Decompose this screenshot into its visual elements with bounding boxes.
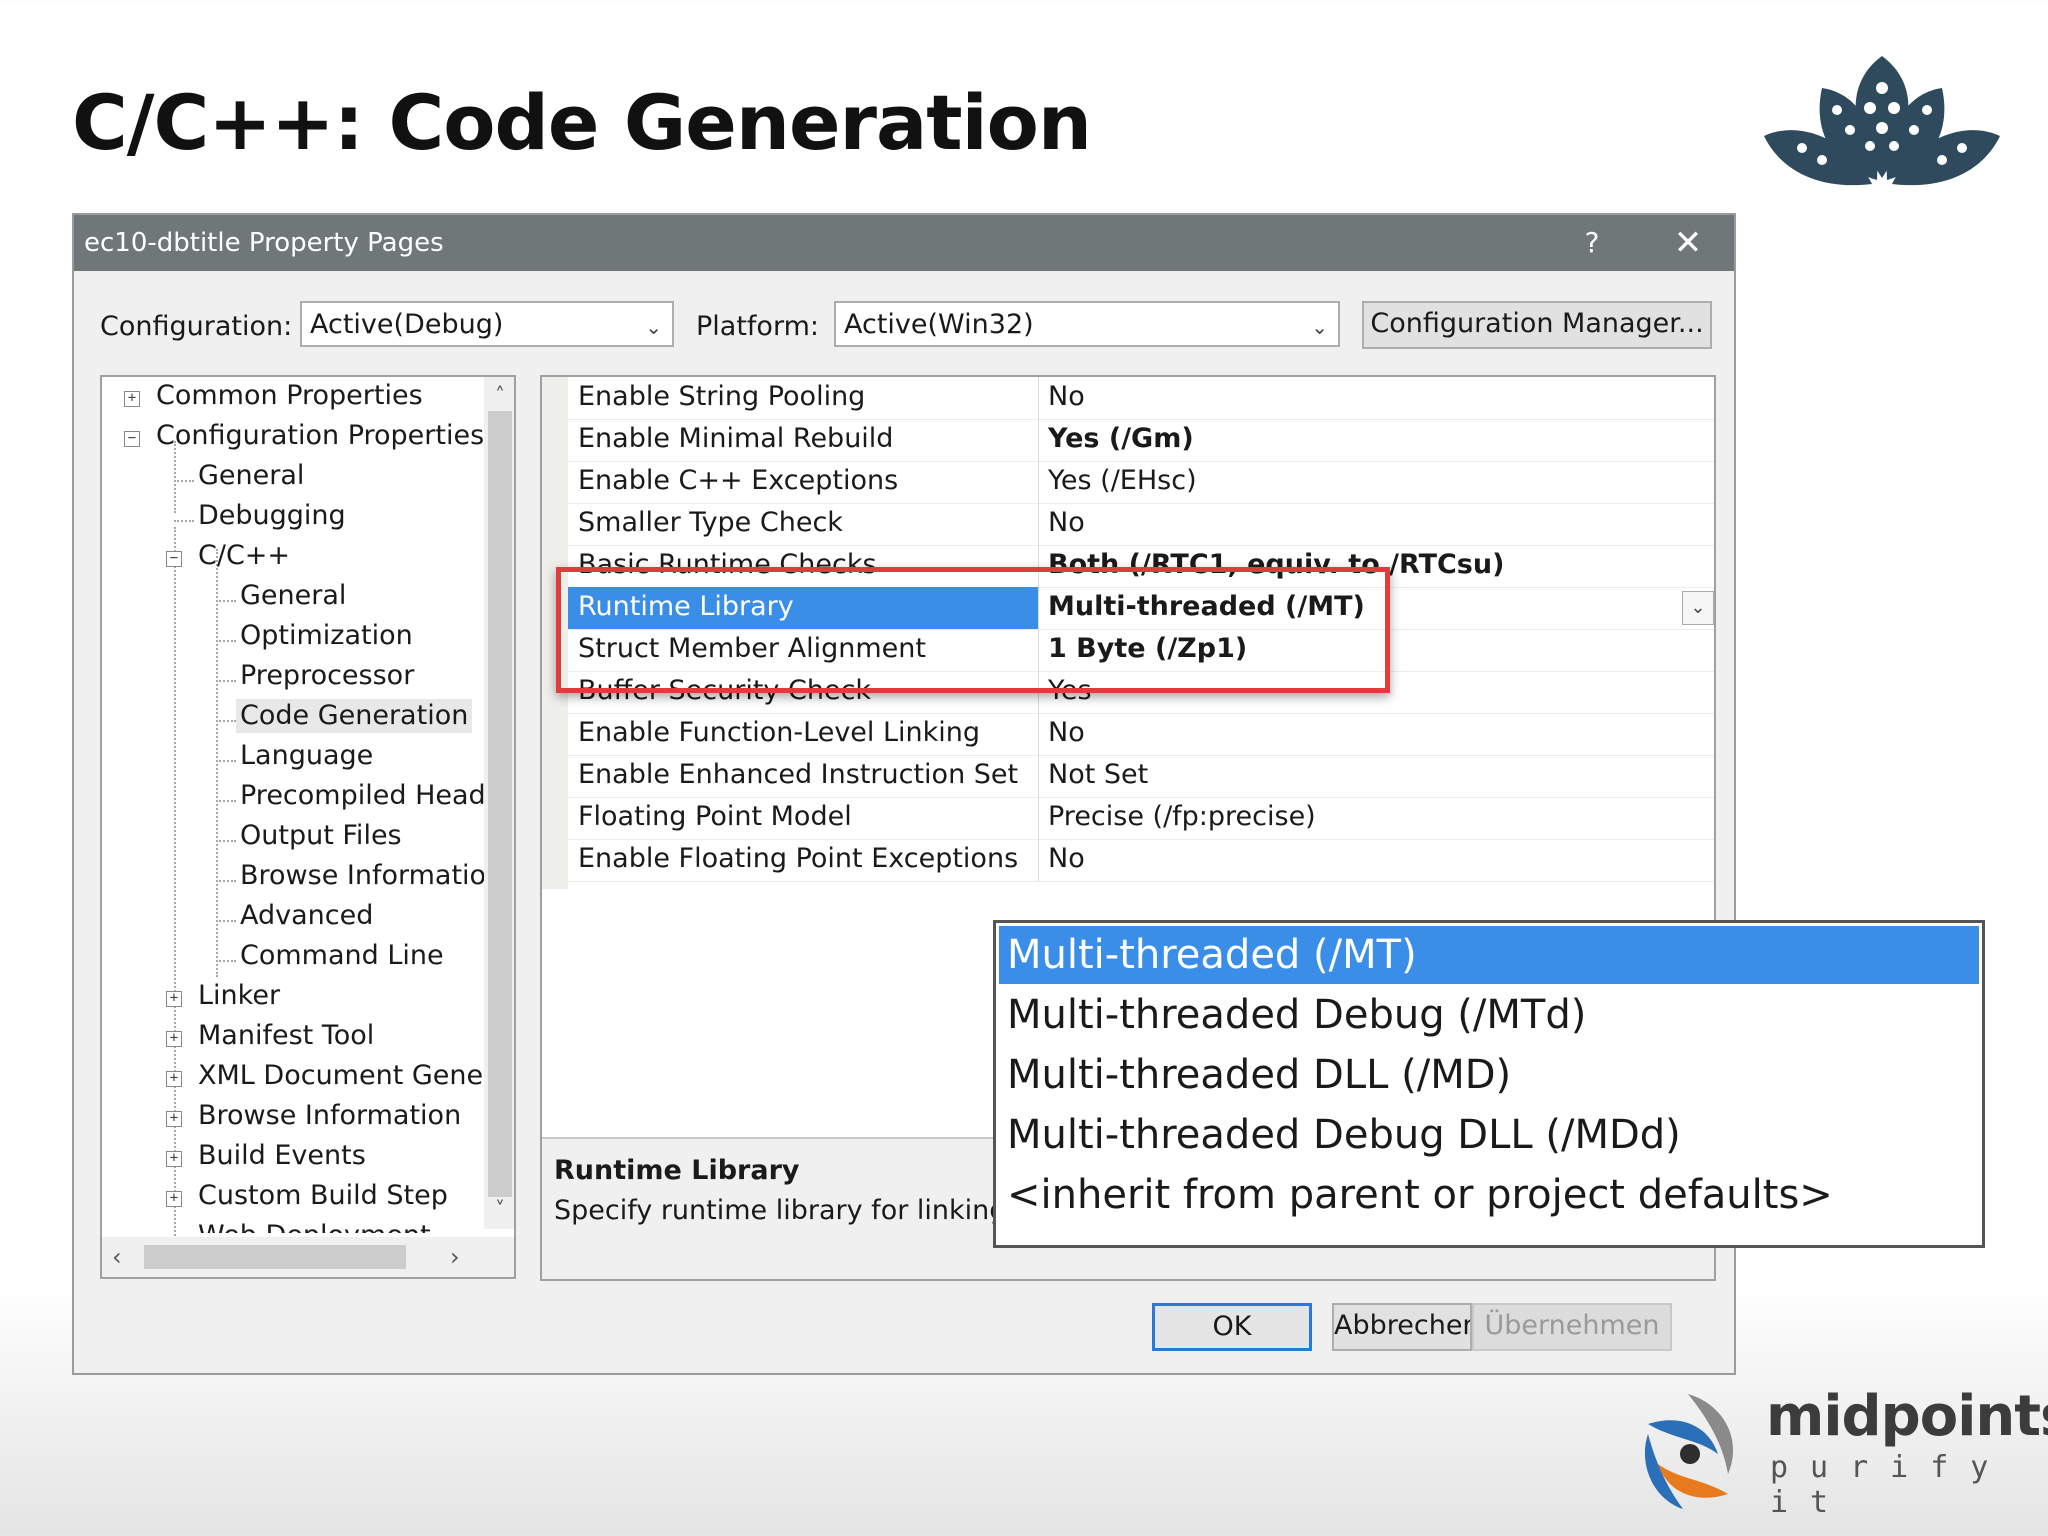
apply-button[interactable]: Übernehmen [1472, 1303, 1672, 1351]
configuration-label: Configuration: [100, 311, 293, 342]
property-name: Floating Point Model [578, 801, 852, 832]
platform-value: Active(Win32) [844, 309, 1034, 340]
tree-item-browse-information-root[interactable]: Browse Information [198, 1099, 461, 1133]
collapse-icon[interactable]: − [124, 431, 140, 447]
tree-item-debugging[interactable]: Debugging [198, 499, 346, 533]
tree-item-web-deployment[interactable]: Web Deployment [198, 1219, 431, 1233]
tree-item-cpp[interactable]: C/C++ [198, 539, 290, 573]
property-value: Not Set [1048, 759, 1149, 790]
property-value: Yes (/Gm) [1048, 423, 1194, 454]
tree-item-output-files[interactable]: Output Files [240, 819, 402, 853]
scroll-right-icon[interactable]: › [450, 1243, 460, 1271]
property-name: Enable Minimal Rebuild [578, 423, 894, 454]
midpoints-logo: midpoints purify it [1628, 1384, 2048, 1520]
slide-title: C/C++: Code Generation [72, 78, 1092, 167]
tree-item-xml-document-generator[interactable]: XML Document Genera [198, 1059, 511, 1093]
dialog-titlebar[interactable]: ec10-dbtitle Property Pages ? ✕ [74, 215, 1734, 271]
tree-scroll-thumb[interactable] [488, 411, 512, 1197]
tree-item-preprocessor[interactable]: Preprocessor [240, 659, 414, 693]
tree-item-cpp-general[interactable]: General [240, 579, 346, 613]
expand-icon[interactable]: + [166, 1071, 182, 1087]
tree-item-configuration-properties[interactable]: Configuration Properties [156, 419, 484, 453]
expand-icon[interactable]: + [166, 1151, 182, 1167]
chevron-down-icon: ⌄ [1311, 315, 1328, 339]
expand-icon[interactable]: + [124, 391, 140, 407]
dropdown-option[interactable]: Multi-threaded Debug DLL (/MDd) [999, 1106, 1979, 1164]
property-value: No [1048, 507, 1085, 538]
brand-tagline: purify it [1770, 1450, 2011, 1520]
tree-vertical-scrollbar[interactable]: ˄ ˅ [484, 377, 514, 1229]
scroll-down-icon[interactable]: ˅ [490, 1197, 510, 1221]
property-row[interactable]: Enable String Pooling No [568, 377, 1714, 420]
cancel-button[interactable]: Abbrechen [1332, 1303, 1472, 1351]
property-name: Enable C++ Exceptions [578, 465, 899, 496]
scroll-up-icon[interactable]: ˄ [490, 383, 510, 407]
property-name: Enable String Pooling [578, 381, 866, 412]
configuration-select[interactable]: Active(Debug) ⌄ [300, 301, 674, 347]
tree-horizontal-scrollbar[interactable]: ‹ › [102, 1237, 514, 1277]
highlight-box [556, 567, 1390, 693]
tree-item-custom-build-step[interactable]: Custom Build Step [198, 1179, 448, 1213]
property-name: Enable Enhanced Instruction Set [578, 759, 1019, 790]
property-row[interactable]: Enable Floating Point Exceptions No [568, 839, 1714, 882]
property-name: Enable Floating Point Exceptions [578, 843, 1019, 874]
configuration-manager-button[interactable]: Configuration Manager... [1362, 301, 1712, 349]
property-name: Enable Function-Level Linking [578, 717, 981, 748]
lotus-logo-icon [1764, 56, 2000, 186]
tree-item-general[interactable]: General [198, 459, 304, 493]
property-value: No [1048, 381, 1085, 412]
property-row[interactable]: Floating Point Model Precise (/fp:precis… [568, 797, 1714, 840]
midpoints-swirl-icon [1644, 1394, 1734, 1509]
tree-item-code-generation[interactable]: Code Generation [236, 699, 473, 733]
brand-name: midpoints [1766, 1384, 2048, 1449]
help-button[interactable]: ? [1572, 223, 1612, 263]
expand-icon[interactable]: + [166, 1191, 182, 1207]
property-value: No [1048, 717, 1085, 748]
tree-item-build-events[interactable]: Build Events [198, 1139, 366, 1173]
property-value: No [1048, 843, 1085, 874]
tree-item-manifest-tool[interactable]: Manifest Tool [198, 1019, 374, 1053]
tree-item-common-properties[interactable]: Common Properties [156, 379, 423, 413]
tree-item-command-line[interactable]: Command Line [240, 939, 444, 973]
property-tree[interactable]: + Common Properties − Configuration Prop… [100, 375, 516, 1279]
tree-item-advanced[interactable]: Advanced [240, 899, 373, 933]
collapse-icon[interactable]: − [166, 551, 182, 567]
dropdown-option[interactable]: Multi-threaded DLL (/MD) [999, 1046, 1979, 1104]
property-row[interactable]: Enable Enhanced Instruction Set Not Set [568, 755, 1714, 798]
scroll-left-icon[interactable]: ‹ [112, 1243, 122, 1271]
ok-button[interactable]: OK [1152, 1303, 1312, 1351]
property-value: Yes (/EHsc) [1048, 465, 1197, 496]
configuration-value: Active(Debug) [310, 309, 504, 340]
property-row[interactable]: Enable Minimal Rebuild Yes (/Gm) [568, 419, 1714, 462]
description-title: Runtime Library [554, 1155, 800, 1186]
tree-item-linker[interactable]: Linker [198, 979, 280, 1013]
tree-item-optimization[interactable]: Optimization [240, 619, 413, 653]
platform-select[interactable]: Active(Win32) ⌄ [834, 301, 1340, 347]
platform-label: Platform: [696, 311, 819, 342]
expand-icon[interactable]: + [166, 1111, 182, 1127]
tree-item-language[interactable]: Language [240, 739, 373, 773]
property-name: Smaller Type Check [578, 507, 843, 538]
property-row[interactable]: Enable C++ Exceptions Yes (/EHsc) [568, 461, 1714, 504]
description-text: Specify runtime library for linking. [554, 1195, 1015, 1226]
tree-item-browse-information[interactable]: Browse Information [240, 859, 503, 893]
property-row[interactable]: Smaller Type Check No [568, 503, 1714, 546]
expand-icon[interactable]: + [166, 1031, 182, 1047]
dropdown-option[interactable]: Multi-threaded (/MT) [999, 926, 1979, 984]
dialog-title: ec10-dbtitle Property Pages [84, 228, 444, 258]
expand-icon[interactable]: + [166, 991, 182, 1007]
tree-hscroll-thumb[interactable] [144, 1245, 406, 1269]
dropdown-option[interactable]: <inherit from parent or project defaults… [999, 1166, 1979, 1224]
chevron-down-icon[interactable]: ⌄ [1682, 591, 1714, 625]
tree-item-precompiled-headers[interactable]: Precompiled Heade [240, 779, 502, 813]
property-value: Precise (/fp:precise) [1048, 801, 1316, 832]
dropdown-option[interactable]: Multi-threaded Debug (/MTd) [999, 986, 1979, 1044]
close-button[interactable]: ✕ [1666, 221, 1710, 265]
property-row[interactable]: Enable Function-Level Linking No [568, 713, 1714, 756]
runtime-library-dropdown[interactable]: Multi-threaded (/MT) Multi-threaded Debu… [993, 920, 1985, 1248]
chevron-down-icon: ⌄ [645, 315, 662, 339]
